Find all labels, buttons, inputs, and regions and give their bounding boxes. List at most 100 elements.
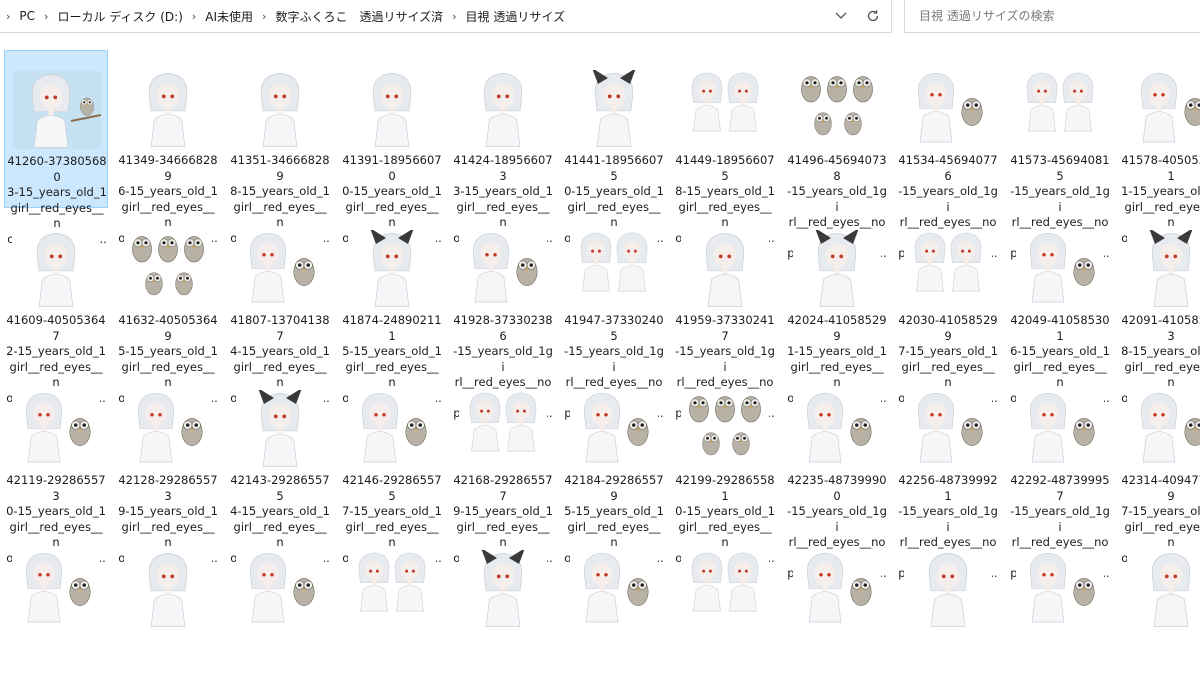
file-name-line: 41351-346668289 bbox=[230, 153, 330, 183]
file-item[interactable] bbox=[340, 530, 444, 688]
file-name-line: 42030-410585299 bbox=[898, 313, 998, 343]
search-input[interactable] bbox=[917, 8, 1191, 24]
file-name-line: 7-15_years_old_1 bbox=[898, 344, 998, 358]
file-name-line: 6-15_years_old_1 bbox=[118, 184, 218, 198]
file-item[interactable] bbox=[785, 530, 889, 688]
file-name-line: 42168-292865577 bbox=[453, 473, 553, 503]
file-name-line: 9-15_years_old_1 bbox=[453, 504, 553, 518]
file-item[interactable]: 42024-410585299 1-15_years_old_1 girl__red… bbox=[785, 210, 889, 405]
file-name-line: 42314-409477359 bbox=[1121, 473, 1200, 503]
file-item[interactable]: 42119-292865573 0-15_years_old_1 girl__red… bbox=[4, 370, 108, 565]
file-item[interactable] bbox=[1119, 530, 1200, 688]
image-thumbnail bbox=[1127, 70, 1200, 148]
file-item[interactable]: 41959-373302417 -15_years_old_1gi rl__red_… bbox=[673, 210, 777, 420]
file-item[interactable]: 42146-292865575 7-15_years_old_1 girl__red… bbox=[340, 370, 444, 565]
file-item[interactable]: 42049-410585301 6-15_years_old_1 girl__red… bbox=[1008, 210, 1112, 405]
breadcrumb-pc[interactable]: PC bbox=[15, 9, 39, 23]
file-item[interactable]: 42128-292865573 9-15_years_old_1 girl__red… bbox=[116, 370, 220, 565]
file-item[interactable]: 41349-346668289 6-15_years_old_1 girl__red… bbox=[116, 50, 220, 245]
file-name-line: 41807-137041387 bbox=[230, 313, 330, 343]
image-thumbnail bbox=[681, 70, 769, 148]
image-thumbnail bbox=[904, 550, 992, 628]
file-item[interactable]: 41609-405053647 2-15_years_old_1 girl__red… bbox=[4, 210, 108, 405]
file-item[interactable]: 42184-292865579 5-15_years_old_1 girl__red… bbox=[562, 370, 666, 565]
image-thumbnail bbox=[348, 390, 436, 468]
file-name-line: 41609-405053647 bbox=[6, 313, 106, 343]
image-thumbnail bbox=[793, 390, 881, 468]
file-item[interactable] bbox=[4, 530, 108, 688]
image-thumbnail bbox=[236, 230, 324, 308]
file-item[interactable]: 41534-456940776 -15_years_old_1gi rl__red_… bbox=[896, 50, 1000, 260]
file-name-line: 4-15_years_old_1 bbox=[230, 344, 330, 358]
file-name-line: 41928-373302386 bbox=[453, 313, 553, 343]
chevron-right-icon[interactable]: › bbox=[447, 10, 461, 23]
file-item[interactable]: 41441-189566075 0-15_years_old_1 girl__red… bbox=[562, 50, 666, 245]
file-name-line: 42235-487399900 bbox=[787, 473, 887, 503]
image-thumbnail bbox=[570, 390, 658, 468]
file-item[interactable] bbox=[562, 530, 666, 688]
chevron-right-icon[interactable]: › bbox=[39, 10, 53, 23]
file-item[interactable]: 42314-4094773597-15_years_old_1girl__red… bbox=[1119, 370, 1200, 565]
file-name-line: 2-15_years_old_1 bbox=[6, 344, 106, 358]
image-thumbnail bbox=[570, 70, 658, 148]
file-item[interactable] bbox=[673, 530, 777, 688]
file-item[interactable]: 41947-373302405 -15_years_old_1gi rl__red_… bbox=[562, 210, 666, 420]
file-item[interactable]: 41632-405053649 5-15_years_old_1 girl__red… bbox=[116, 210, 220, 405]
image-thumbnail bbox=[124, 390, 212, 468]
file-item[interactable]: 42235-487399900 -15_years_old_1gi rl__red_… bbox=[785, 370, 889, 580]
refresh-icon[interactable] bbox=[863, 6, 883, 26]
file-item[interactable] bbox=[116, 530, 220, 688]
image-thumbnail bbox=[681, 390, 769, 468]
file-name-line: 42119-292865573 bbox=[6, 473, 106, 503]
file-item[interactable]: 41260-373805680 3-15_years_old_1 girl__red… bbox=[4, 50, 108, 246]
file-item[interactable]: 41928-373302386 -15_years_old_1gi rl__red_… bbox=[451, 210, 555, 420]
image-thumbnail bbox=[1127, 390, 1200, 468]
file-item[interactable]: 42199-292865581 0-15_years_old_1 girl__red… bbox=[673, 370, 777, 565]
file-name-line: 42143-292865575 bbox=[230, 473, 330, 503]
image-thumbnail bbox=[681, 550, 769, 628]
file-item[interactable] bbox=[451, 530, 555, 688]
file-name-line: 41391-189566070 bbox=[342, 153, 442, 183]
file-name-line: 41449-189566075 bbox=[675, 153, 775, 183]
file-name-line: 41578-405053601 bbox=[1121, 153, 1200, 183]
image-thumbnail bbox=[12, 550, 100, 628]
file-item[interactable]: 41391-189566070 0-15_years_old_1 girl__red… bbox=[340, 50, 444, 245]
file-item[interactable]: 41874-248902111 5-15_years_old_1 girl__red… bbox=[340, 210, 444, 405]
file-item[interactable]: 41496-456940738 -15_years_old_1gi rl__red_… bbox=[785, 50, 889, 260]
file-item[interactable]: 41807-137041387 4-15_years_old_1 girl__red… bbox=[228, 210, 332, 405]
breadcrumb-current-folder[interactable]: 目視 透過リサイズ bbox=[462, 8, 569, 25]
chevron-down-icon[interactable] bbox=[831, 6, 851, 26]
file-item[interactable]: 42168-292865577 9-15_years_old_1 girl__red… bbox=[451, 370, 555, 565]
file-item[interactable]: 42091-4105853538-15_years_old_1girl__red… bbox=[1119, 210, 1200, 405]
file-item[interactable] bbox=[1008, 530, 1112, 688]
image-thumbnail bbox=[1016, 70, 1104, 148]
chevron-right-icon[interactable]: › bbox=[187, 10, 201, 23]
file-name-line: 1-15_years_old_1 bbox=[787, 344, 887, 358]
file-item[interactable]: 42256-487399921 -15_years_old_1gi rl__red_… bbox=[896, 370, 1000, 580]
file-name-line: 41441-189566075 bbox=[564, 153, 664, 183]
file-item[interactable]: 41424-189566073 3-15_years_old_1 girl__red… bbox=[451, 50, 555, 245]
file-item[interactable] bbox=[228, 530, 332, 688]
file-item[interactable]: 42030-410585299 7-15_years_old_1 girl__red… bbox=[896, 210, 1000, 405]
file-name-line: 8-15_years_old_1 bbox=[230, 184, 330, 198]
chevron-right-icon[interactable]: › bbox=[257, 10, 271, 23]
breadcrumb-ai-unused[interactable]: AI未使用 bbox=[201, 8, 257, 25]
breadcrumb-local-disk[interactable]: ローカル ディスク (D:) bbox=[53, 8, 186, 25]
image-thumbnail bbox=[124, 230, 212, 308]
file-item[interactable] bbox=[896, 530, 1000, 688]
file-name-line: 41947-373302405 bbox=[564, 313, 664, 343]
file-item[interactable]: 41578-4050536011-15_years_old_1girl__red… bbox=[1119, 50, 1200, 245]
image-thumbnail bbox=[13, 71, 101, 149]
image-thumbnail bbox=[459, 70, 547, 148]
file-name-line: 8-15_years_old_1 bbox=[1121, 344, 1200, 358]
file-item[interactable]: 41449-189566075 8-15_years_old_1 girl__red… bbox=[673, 50, 777, 245]
file-item[interactable]: 41351-346668289 8-15_years_old_1 girl__red… bbox=[228, 50, 332, 245]
image-thumbnail bbox=[904, 390, 992, 468]
address-bar[interactable]: › PC › ローカル ディスク (D:) › AI未使用 › 数字ふくろこ 透… bbox=[0, 0, 892, 33]
file-name-line: 42049-410585301 bbox=[1010, 313, 1110, 343]
file-item[interactable]: 42292-487399957 -15_years_old_1gi rl__red_… bbox=[1008, 370, 1112, 580]
file-item[interactable]: 42143-292865575 4-15_years_old_1 girl__red… bbox=[228, 370, 332, 565]
file-item[interactable]: 41573-456940815 -15_years_old_1gi rl__red_… bbox=[1008, 50, 1112, 260]
search-box[interactable] bbox=[904, 0, 1200, 33]
breadcrumb-resized[interactable]: 数字ふくろこ 透過リサイズ済 bbox=[271, 8, 447, 25]
